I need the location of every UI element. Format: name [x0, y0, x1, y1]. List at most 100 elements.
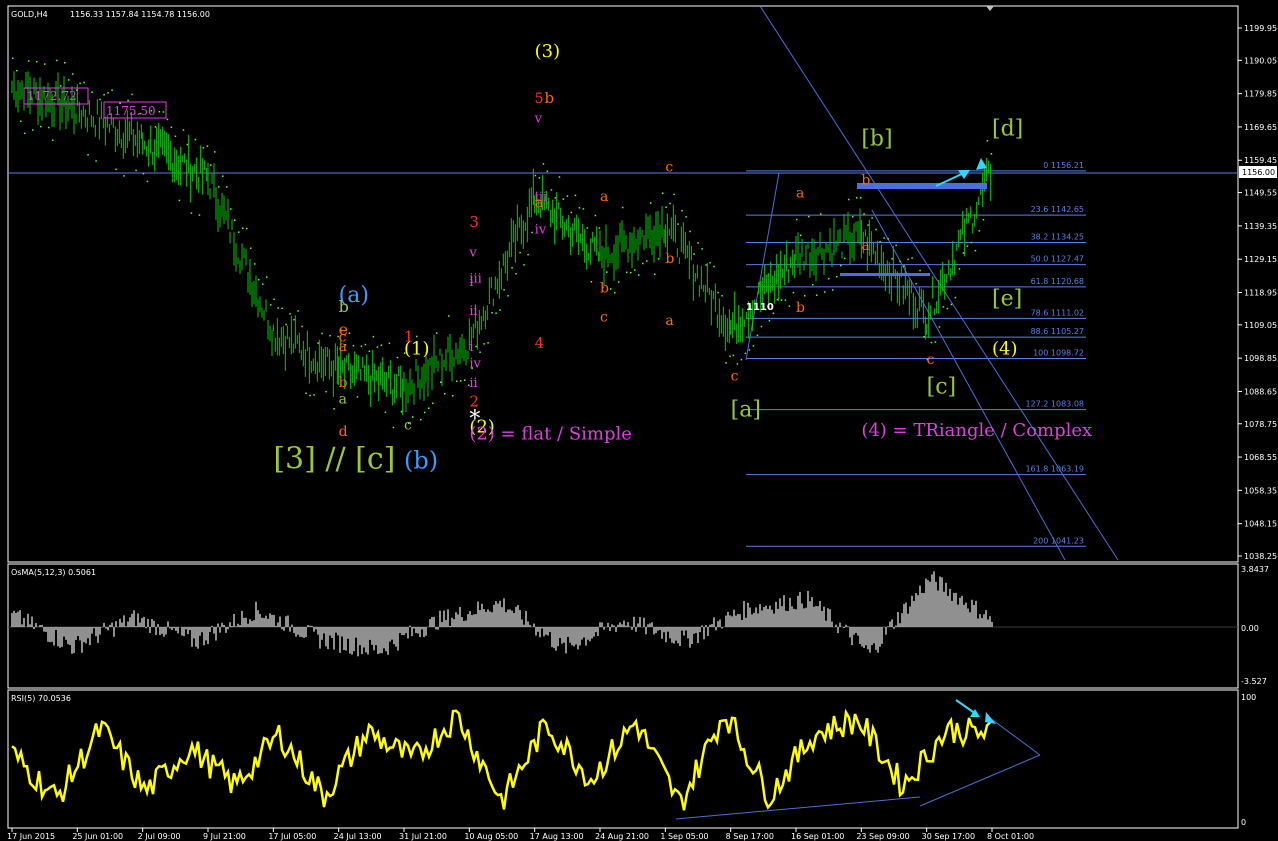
psar-dot [258, 278, 260, 281]
wave-label: [c] [927, 375, 957, 400]
price-scale[interactable]: 1199.95 1190.05 1179.85 1169.65 1159.45 1149.… [1238, 24, 1277, 561]
psar-dot [36, 60, 38, 63]
psar-dot [970, 241, 973, 244]
main-price-panel[interactable]: 0 1156.21 23.6 1142.65 38.2 1134.25 50.0 11… [7, 5, 1277, 563]
psar-dot [899, 260, 901, 263]
wave-label: (1) [404, 338, 430, 359]
psar-dot [820, 213, 822, 215]
psar-dot [206, 145, 209, 147]
psar-dot [717, 291, 719, 294]
psar-dot [665, 206, 667, 208]
psar-dot [840, 264, 842, 267]
psar-dot [697, 242, 699, 244]
psar-dot [289, 313, 291, 315]
psar-dot [115, 168, 117, 171]
psar-dot [305, 392, 307, 395]
psar-dot [709, 261, 711, 264]
wave-label: b [339, 375, 348, 391]
psar-dot [123, 175, 125, 177]
wave-label: iv [535, 223, 547, 238]
psar-dot [254, 263, 256, 265]
psar-dot [64, 62, 66, 64]
wave-label: (4) = TRiangle / Complex [861, 420, 1092, 441]
psar-dot [978, 230, 981, 232]
psar-dot [182, 129, 185, 131]
psar-dot [162, 111, 165, 113]
wave-label: ii [469, 376, 477, 391]
fib-level-label: 0 1156.21 [1043, 161, 1084, 170]
rsi-title: RSI(5) 70.0536 [11, 694, 71, 703]
psar-dot [938, 326, 941, 328]
psar-dot [626, 271, 628, 274]
psar-dot [352, 344, 355, 347]
wave-label: c [927, 352, 935, 368]
psar-dot [780, 299, 783, 301]
time-axis[interactable]: 17 Jun 2015 25 Jun 01:00 2 Jul 09:00 9 Jul … [7, 828, 1034, 841]
psar-dot [784, 299, 787, 301]
psar-dot [194, 138, 197, 141]
psar-dot [436, 332, 438, 334]
psar-dot [99, 98, 101, 101]
psar-dot [266, 276, 268, 278]
psar-dot [20, 120, 22, 122]
wave-label: a [339, 339, 347, 355]
time-tick-label: 17 Jun 2015 [7, 832, 55, 841]
psar-dot [127, 99, 129, 102]
psar-dot [135, 169, 137, 172]
time-tick-label: 17 Aug 13:00 [530, 832, 584, 841]
osma-panel[interactable]: OsMA(5,12,3) 0.5061 3.8437 0.00 -3.527 [7, 563, 1269, 689]
psar-dot [495, 312, 497, 314]
psar-dot [333, 408, 335, 410]
psar-dot [736, 363, 739, 365]
psar-dot [83, 81, 85, 84]
psar-dot [923, 336, 925, 338]
psar-dot [250, 247, 252, 249]
psar-dot [930, 341, 933, 344]
psar-dot [685, 216, 687, 218]
wave-label: a [796, 186, 804, 202]
price-tick-label: 1139.35 [1244, 222, 1277, 231]
psar-dot [432, 402, 434, 405]
psar-dot [796, 218, 798, 221]
psar-dot [875, 228, 877, 231]
psar-dot [281, 307, 283, 310]
psar-dot [348, 332, 351, 334]
psar-dot [812, 284, 814, 286]
psar-dot [230, 208, 232, 210]
wave-label: b [861, 173, 870, 189]
psar-dot [68, 79, 70, 81]
rsi-panel[interactable]: RSI(5) 70.0536 100 0 [7, 689, 1256, 829]
ohlc-values: 1156.33 1157.84 1154.78 1156.00 [70, 10, 210, 19]
psar-dot [262, 283, 264, 285]
psar-dot [218, 186, 220, 188]
psar-dot [934, 341, 937, 343]
wave-label: i [469, 340, 473, 355]
psar-dot [650, 202, 652, 204]
psar-dot [202, 147, 205, 149]
psar-dot [986, 140, 989, 142]
wave-label: v [468, 245, 477, 260]
wave-label: ii [469, 304, 477, 319]
gold-h4-chart[interactable]: 0 1156.21 23.6 1142.65 38.2 1134.25 50.0 11… [0, 0, 1278, 841]
psar-dot [28, 60, 30, 62]
current-price-value: 1156.00 [1242, 168, 1275, 177]
wave-label: 5 [535, 91, 544, 107]
psar-dot [574, 194, 577, 197]
time-tick-label: 24 Jul 13:00 [334, 832, 382, 841]
psar-dot [590, 280, 593, 283]
psar-dot [721, 295, 723, 297]
wave-label: b [796, 300, 805, 316]
wave-label: (2) = flat / Simple [469, 423, 632, 444]
psar-dot [24, 132, 26, 135]
fib-level-label: 127.2 1083.08 [1025, 400, 1084, 409]
psar-dot [428, 407, 430, 409]
psar-dot [95, 160, 97, 162]
psar-dot [154, 126, 157, 128]
current-price-tag: 1156.00 [1239, 166, 1277, 178]
time-tick-label: 1 Sep 05:00 [660, 832, 708, 841]
psar-dot [863, 213, 865, 215]
psar-dot [658, 258, 660, 260]
psar-dot [895, 244, 897, 247]
psar-dot [832, 289, 834, 291]
psar-dot [911, 257, 913, 259]
